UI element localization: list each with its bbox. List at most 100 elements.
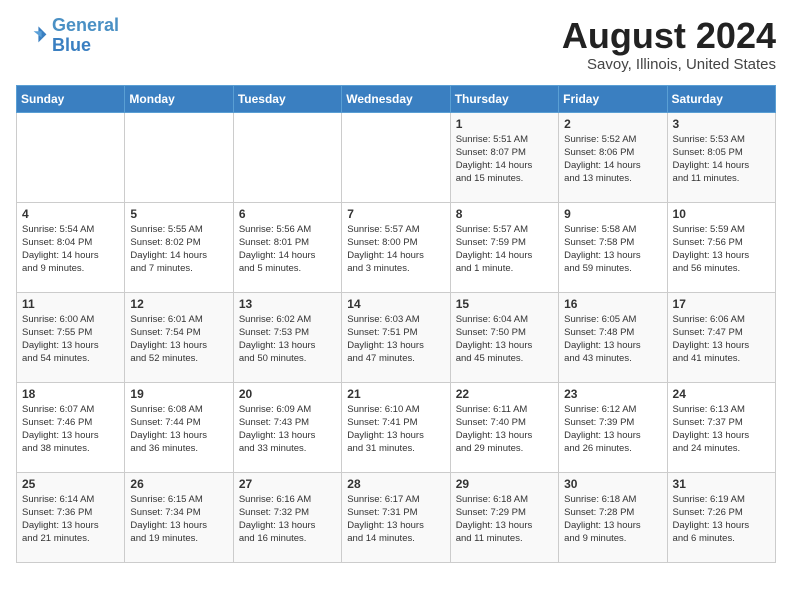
calendar-cell: 21Sunrise: 6:10 AM Sunset: 7:41 PM Dayli… xyxy=(342,382,450,472)
cell-info: Sunrise: 6:17 AM Sunset: 7:31 PM Dayligh… xyxy=(347,493,444,546)
cell-info: Sunrise: 6:05 AM Sunset: 7:48 PM Dayligh… xyxy=(564,313,661,366)
calendar-cell: 12 Sunrise: 6:01 AM Sunset: 7:54 PM Dayli… xyxy=(125,292,233,382)
cell-info: Sunrise: 6:02 AM Sunset: 7:53 PM Dayligh… xyxy=(239,313,336,366)
calendar-cell: 15 Sunrise: 6:04 AM Sunset: 7:50 PM Dayli… xyxy=(450,292,558,382)
cell-info: Sunrise: 6:00 AM Sunset: 7:55 PM Dayligh… xyxy=(22,313,119,366)
day-number: 16 xyxy=(564,297,661,311)
calendar-cell: 28 Sunrise: 6:17 AM Sunset: 7:31 PM Dayli… xyxy=(342,472,450,562)
week-row-4: 18 Sunrise: 6:07 AM Sunset: 7:46 PM Dayli… xyxy=(17,382,776,472)
calendar-cell xyxy=(233,112,341,202)
col-header-thursday: Thursday xyxy=(450,85,558,112)
col-header-wednesday: Wednesday xyxy=(342,85,450,112)
title-block: August 2024 Savoy, Illinois, United Stat… xyxy=(562,16,776,73)
col-header-monday: Monday xyxy=(125,85,233,112)
day-number: 13 xyxy=(239,297,336,311)
calendar-cell: 18 Sunrise: 6:07 AM Sunset: 7:46 PM Dayli… xyxy=(17,382,125,472)
day-number: 20 xyxy=(239,387,336,401)
header-row: SundayMondayTuesdayWednesdayThursdayFrid… xyxy=(17,85,776,112)
cell-info: Sunrise: 6:07 AM Sunset: 7:46 PM Dayligh… xyxy=(22,403,119,456)
cell-info: Sunrise: 6:01 AM Sunset: 7:54 PM Dayligh… xyxy=(130,313,227,366)
calendar-cell: 19 Sunrise: 6:08 AM Sunset: 7:44 PM Dayli… xyxy=(125,382,233,472)
calendar-cell: 7Sunrise: 5:57 AM Sunset: 8:00 PM Daylig… xyxy=(342,202,450,292)
day-number: 24 xyxy=(673,387,770,401)
calendar-cell: 3Sunrise: 5:53 AM Sunset: 8:05 PM Daylig… xyxy=(667,112,775,202)
col-header-friday: Friday xyxy=(559,85,667,112)
calendar-cell: 22 Sunrise: 6:11 AM Sunset: 7:40 PM Dayli… xyxy=(450,382,558,472)
week-row-5: 25 Sunrise: 6:14 AM Sunset: 7:36 PM Dayli… xyxy=(17,472,776,562)
cell-info: Sunrise: 6:08 AM Sunset: 7:44 PM Dayligh… xyxy=(130,403,227,456)
calendar-cell: 16 Sunrise: 6:05 AM Sunset: 7:48 PM Dayli… xyxy=(559,292,667,382)
day-number: 23 xyxy=(564,387,661,401)
cell-info: Sunrise: 5:57 AM Sunset: 8:00 PM Dayligh… xyxy=(347,223,444,276)
cell-info: Sunrise: 5:57 AM Sunset: 7:59 PM Dayligh… xyxy=(456,223,553,276)
calendar-cell: 27Sunrise: 6:16 AM Sunset: 7:32 PM Dayli… xyxy=(233,472,341,562)
calendar-cell: 5 Sunrise: 5:55 AM Sunset: 8:02 PM Daylig… xyxy=(125,202,233,292)
day-number: 6 xyxy=(239,207,336,221)
cell-info: Sunrise: 5:59 AM Sunset: 7:56 PM Dayligh… xyxy=(673,223,770,276)
logo-blue: Blue xyxy=(52,35,91,55)
day-number: 19 xyxy=(130,387,227,401)
cell-info: Sunrise: 6:19 AM Sunset: 7:26 PM Dayligh… xyxy=(673,493,770,546)
calendar-cell xyxy=(342,112,450,202)
day-number: 29 xyxy=(456,477,553,491)
location: Savoy, Illinois, United States xyxy=(562,56,776,73)
calendar-cell: 25 Sunrise: 6:14 AM Sunset: 7:36 PM Dayli… xyxy=(17,472,125,562)
calendar-cell: 13 Sunrise: 6:02 AM Sunset: 7:53 PM Dayli… xyxy=(233,292,341,382)
day-number: 11 xyxy=(22,297,119,311)
week-row-2: 4 Sunrise: 5:54 AM Sunset: 8:04 PM Daylig… xyxy=(17,202,776,292)
day-number: 3 xyxy=(673,117,770,131)
calendar-cell: 1Sunrise: 5:51 AM Sunset: 8:07 PM Daylig… xyxy=(450,112,558,202)
calendar-cell: 8 Sunrise: 5:57 AM Sunset: 7:59 PM Daylig… xyxy=(450,202,558,292)
cell-info: Sunrise: 5:56 AM Sunset: 8:01 PM Dayligh… xyxy=(239,223,336,276)
cell-info: Sunrise: 6:13 AM Sunset: 7:37 PM Dayligh… xyxy=(673,403,770,456)
col-header-saturday: Saturday xyxy=(667,85,775,112)
day-number: 30 xyxy=(564,477,661,491)
day-number: 22 xyxy=(456,387,553,401)
day-number: 18 xyxy=(22,387,119,401)
day-number: 12 xyxy=(130,297,227,311)
calendar-cell: 31Sunrise: 6:19 AM Sunset: 7:26 PM Dayli… xyxy=(667,472,775,562)
logo: General Blue xyxy=(16,16,119,56)
cell-info: Sunrise: 5:55 AM Sunset: 8:02 PM Dayligh… xyxy=(130,223,227,276)
cell-info: Sunrise: 5:52 AM Sunset: 8:06 PM Dayligh… xyxy=(564,133,661,186)
day-number: 8 xyxy=(456,207,553,221)
calendar-cell: 30Sunrise: 6:18 AM Sunset: 7:28 PM Dayli… xyxy=(559,472,667,562)
month-year: August 2024 xyxy=(562,16,776,56)
calendar-cell: 9 Sunrise: 5:58 AM Sunset: 7:58 PM Daylig… xyxy=(559,202,667,292)
cell-info: Sunrise: 6:09 AM Sunset: 7:43 PM Dayligh… xyxy=(239,403,336,456)
cell-info: Sunrise: 6:12 AM Sunset: 7:39 PM Dayligh… xyxy=(564,403,661,456)
cell-info: Sunrise: 6:14 AM Sunset: 7:36 PM Dayligh… xyxy=(22,493,119,546)
day-number: 14 xyxy=(347,297,444,311)
cell-info: Sunrise: 6:04 AM Sunset: 7:50 PM Dayligh… xyxy=(456,313,553,366)
calendar-cell xyxy=(17,112,125,202)
week-row-1: 1Sunrise: 5:51 AM Sunset: 8:07 PM Daylig… xyxy=(17,112,776,202)
col-header-sunday: Sunday xyxy=(17,85,125,112)
calendar-cell: 17Sunrise: 6:06 AM Sunset: 7:47 PM Dayli… xyxy=(667,292,775,382)
cell-info: Sunrise: 5:54 AM Sunset: 8:04 PM Dayligh… xyxy=(22,223,119,276)
cell-info: Sunrise: 5:51 AM Sunset: 8:07 PM Dayligh… xyxy=(456,133,553,186)
week-row-3: 11 Sunrise: 6:00 AM Sunset: 7:55 PM Dayli… xyxy=(17,292,776,382)
day-number: 2 xyxy=(564,117,661,131)
day-number: 15 xyxy=(456,297,553,311)
calendar-cell: 26Sunrise: 6:15 AM Sunset: 7:34 PM Dayli… xyxy=(125,472,233,562)
day-number: 28 xyxy=(347,477,444,491)
cell-info: Sunrise: 5:58 AM Sunset: 7:58 PM Dayligh… xyxy=(564,223,661,276)
cell-info: Sunrise: 6:15 AM Sunset: 7:34 PM Dayligh… xyxy=(130,493,227,546)
calendar-cell: 24 Sunrise: 6:13 AM Sunset: 7:37 PM Dayli… xyxy=(667,382,775,472)
calendar-cell: 6 Sunrise: 5:56 AM Sunset: 8:01 PM Daylig… xyxy=(233,202,341,292)
day-number: 9 xyxy=(564,207,661,221)
col-header-tuesday: Tuesday xyxy=(233,85,341,112)
day-number: 4 xyxy=(22,207,119,221)
calendar-cell: 10 Sunrise: 5:59 AM Sunset: 7:56 PM Dayli… xyxy=(667,202,775,292)
day-number: 10 xyxy=(673,207,770,221)
logo-icon xyxy=(16,20,48,52)
cell-info: Sunrise: 6:11 AM Sunset: 7:40 PM Dayligh… xyxy=(456,403,553,456)
logo-text: General Blue xyxy=(52,16,119,56)
day-number: 25 xyxy=(22,477,119,491)
cell-info: Sunrise: 6:03 AM Sunset: 7:51 PM Dayligh… xyxy=(347,313,444,366)
day-number: 5 xyxy=(130,207,227,221)
day-number: 27 xyxy=(239,477,336,491)
page-header: General Blue August 2024 Savoy, Illinois… xyxy=(16,16,776,73)
calendar-cell xyxy=(125,112,233,202)
calendar-cell: 29Sunrise: 6:18 AM Sunset: 7:29 PM Dayli… xyxy=(450,472,558,562)
